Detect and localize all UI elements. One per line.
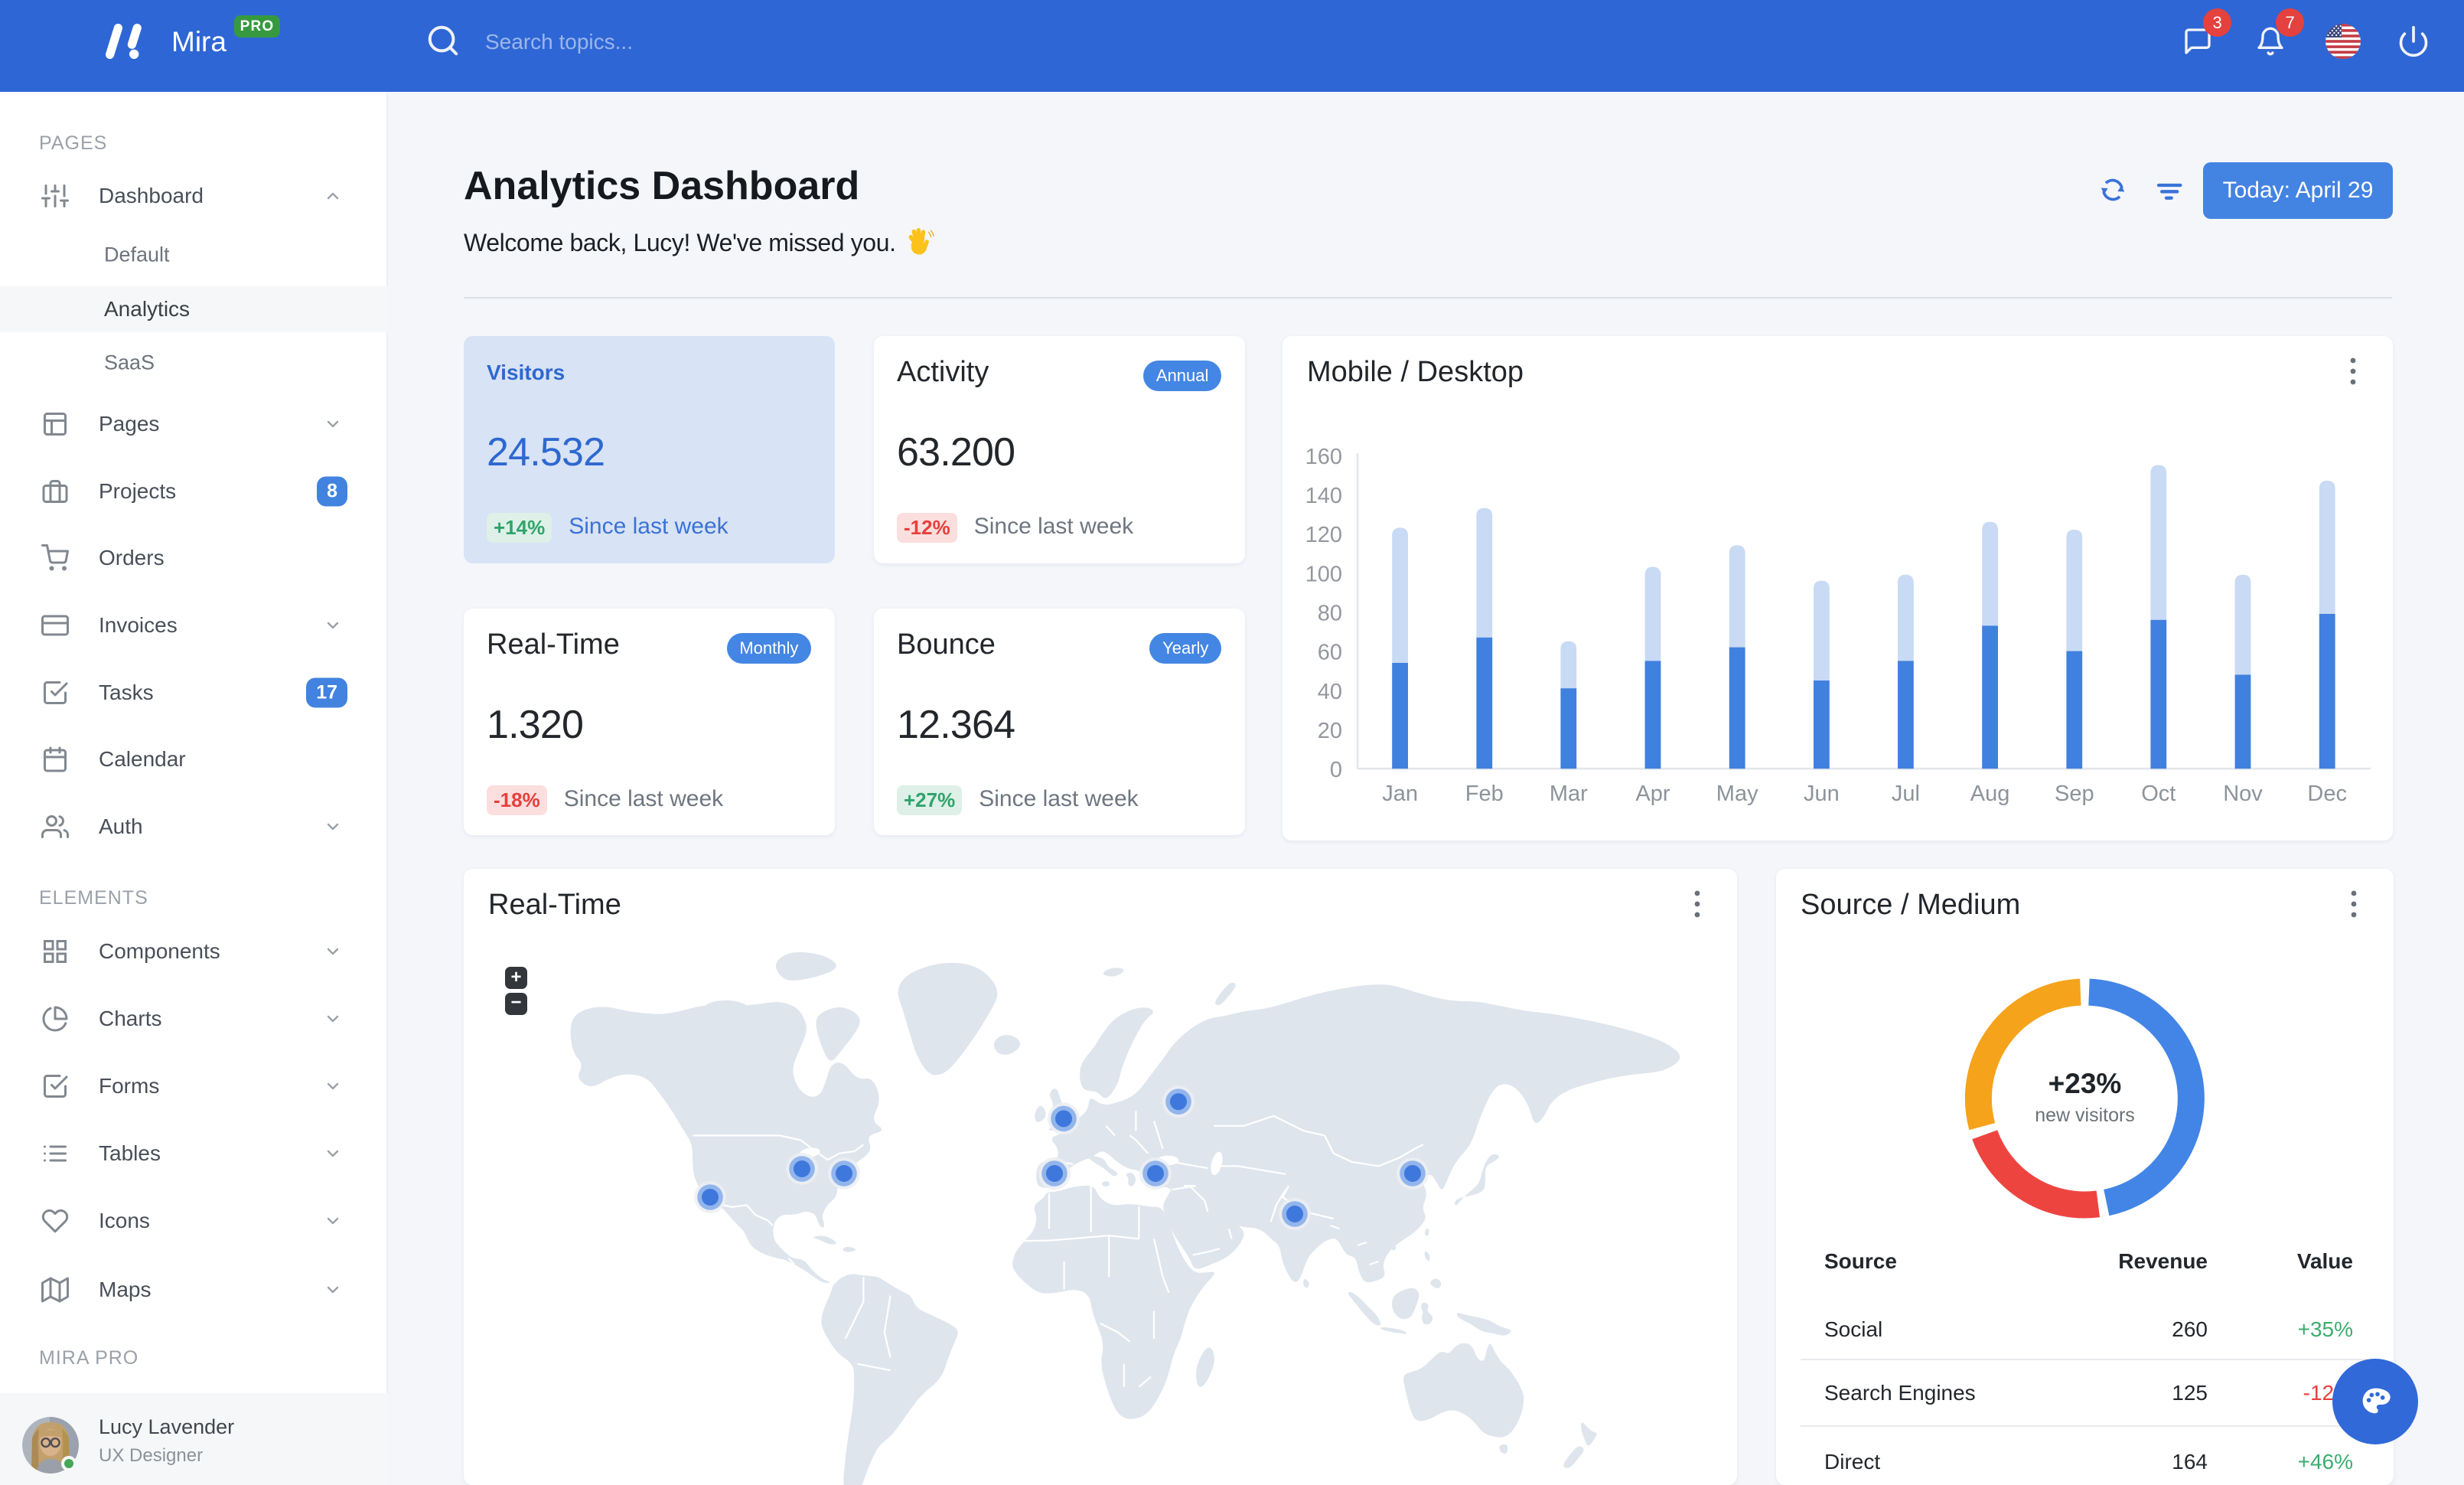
svg-text:40: 40	[1318, 680, 1342, 704]
svg-text:140: 140	[1305, 484, 1342, 508]
svg-text:160: 160	[1305, 445, 1342, 469]
svg-text:80: 80	[1318, 601, 1342, 625]
svg-text:Dec: Dec	[2307, 782, 2347, 806]
svg-text:60: 60	[1318, 641, 1342, 665]
svg-text:Feb: Feb	[1465, 782, 1504, 806]
svg-text:Jul: Jul	[1892, 782, 1920, 806]
svg-text:May: May	[1716, 782, 1758, 806]
svg-text:Apr: Apr	[1635, 782, 1670, 806]
svg-text:Jan: Jan	[1382, 782, 1418, 806]
svg-text:100: 100	[1305, 562, 1342, 586]
svg-text:20: 20	[1318, 719, 1342, 743]
svg-text:Oct: Oct	[2141, 782, 2176, 806]
svg-text:Mar: Mar	[1550, 782, 1588, 806]
svg-text:0: 0	[1330, 758, 1342, 782]
svg-text:Sep: Sep	[2055, 782, 2094, 806]
svg-text:120: 120	[1305, 523, 1342, 547]
svg-text:Jun: Jun	[1804, 782, 1840, 806]
svg-text:Aug: Aug	[1970, 782, 2010, 806]
svg-text:Nov: Nov	[2223, 782, 2263, 806]
